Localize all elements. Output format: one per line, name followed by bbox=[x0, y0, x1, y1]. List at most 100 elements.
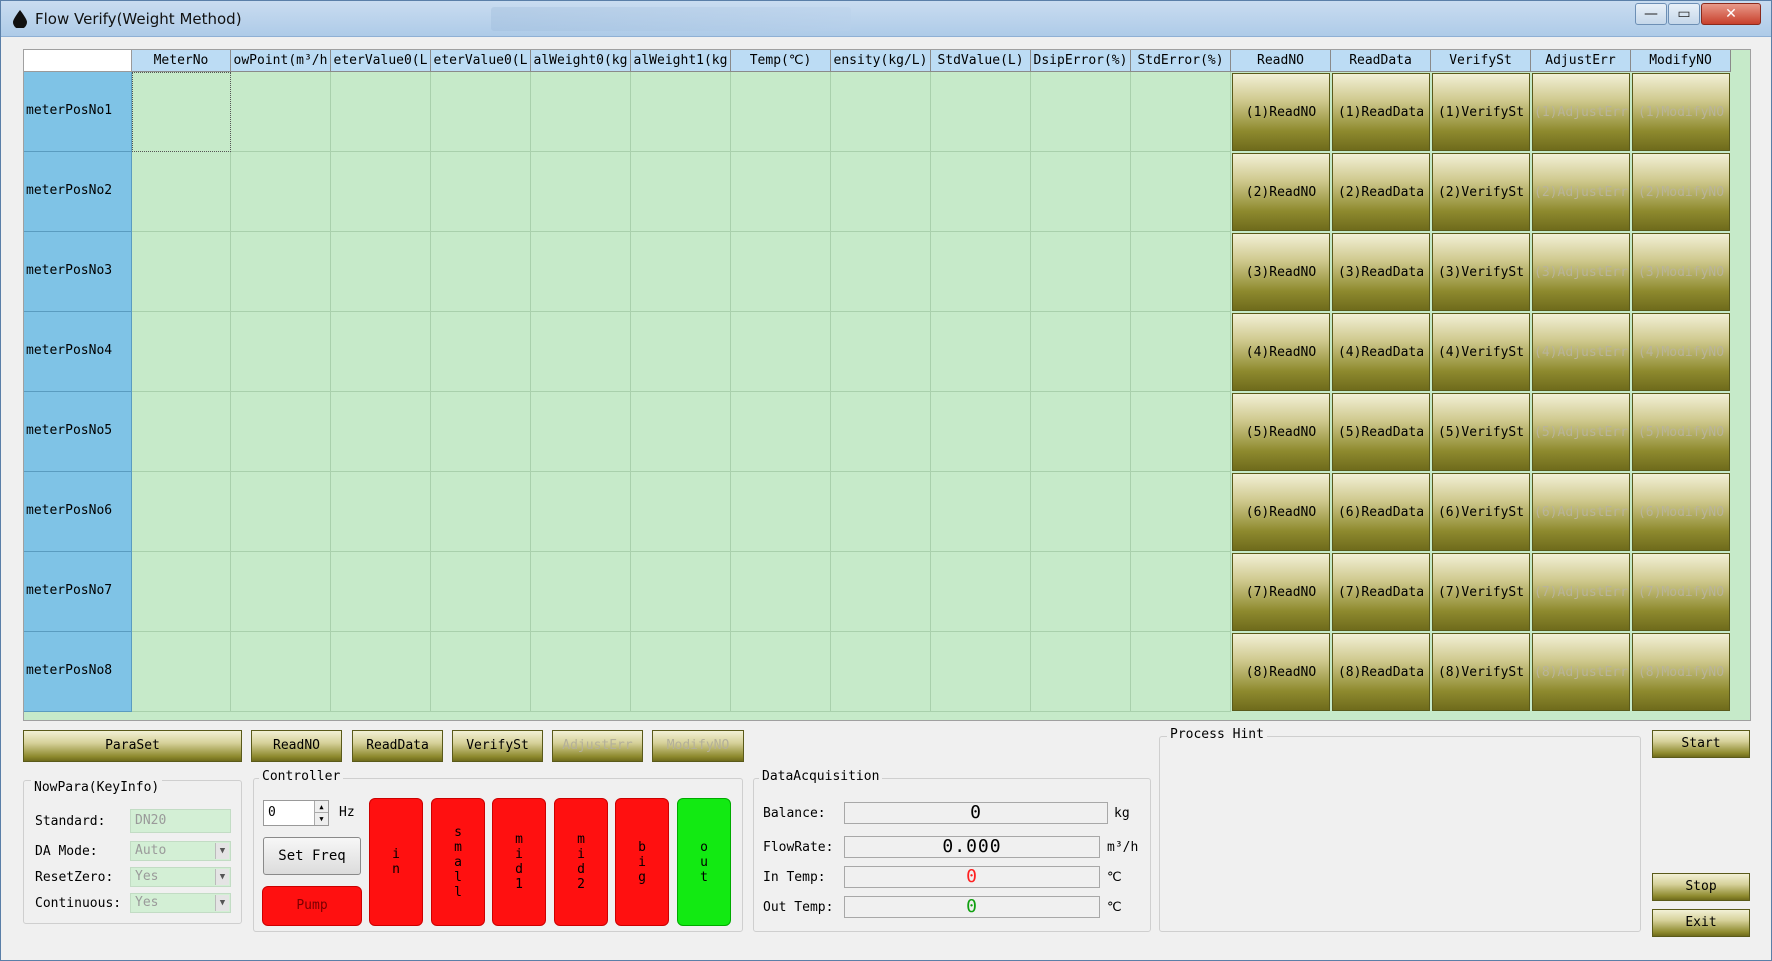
data-cell[interactable] bbox=[831, 232, 931, 312]
adjusterr-button[interactable]: AdjustErr bbox=[552, 730, 643, 762]
close-button[interactable]: ✕ bbox=[1701, 3, 1761, 25]
data-cell[interactable] bbox=[231, 312, 331, 392]
row-readdata-button[interactable]: (5)ReadData bbox=[1332, 393, 1430, 471]
chevron-down-icon[interactable]: ▼ bbox=[215, 843, 229, 859]
data-cell[interactable] bbox=[631, 472, 731, 552]
data-cell[interactable] bbox=[431, 152, 531, 232]
valve-mid1-button[interactable]: mid1 bbox=[492, 798, 546, 926]
data-cell[interactable] bbox=[831, 552, 931, 632]
modifyno-button[interactable]: ModifyNO bbox=[652, 730, 744, 762]
data-cell[interactable] bbox=[631, 152, 731, 232]
row-adjusterr-button[interactable]: (7)AdjustErr bbox=[1532, 553, 1630, 631]
column-header[interactable]: eterValue0(L bbox=[431, 50, 531, 72]
column-header[interactable]: ModifyNO bbox=[1631, 50, 1731, 72]
data-cell[interactable] bbox=[231, 152, 331, 232]
data-cell[interactable] bbox=[831, 72, 931, 152]
column-header[interactable]: DsipError(%) bbox=[1031, 50, 1131, 72]
row-readdata-button[interactable]: (1)ReadData bbox=[1332, 73, 1430, 151]
data-cell[interactable] bbox=[331, 232, 431, 312]
data-cell[interactable] bbox=[1031, 312, 1131, 392]
column-header[interactable]: StdValue(L) bbox=[931, 50, 1031, 72]
data-cell[interactable] bbox=[132, 472, 231, 552]
data-cell[interactable] bbox=[531, 472, 631, 552]
frequency-spinbox[interactable]: 0 ▲ ▼ bbox=[263, 800, 329, 826]
row-modifyno-button[interactable]: (7)ModifyNO bbox=[1632, 553, 1730, 631]
row-verifyst-button[interactable]: (1)VerifySt bbox=[1432, 73, 1530, 151]
row-modifyno-button[interactable]: (1)ModifyNO bbox=[1632, 73, 1730, 151]
data-cell[interactable] bbox=[1131, 472, 1231, 552]
chevron-down-icon[interactable]: ▼ bbox=[215, 869, 229, 885]
column-header[interactable]: ensity(kg/L) bbox=[831, 50, 931, 72]
row-adjusterr-button[interactable]: (8)AdjustErr bbox=[1532, 633, 1630, 711]
data-cell[interactable] bbox=[331, 552, 431, 632]
data-cell[interactable] bbox=[1031, 232, 1131, 312]
row-readno-button[interactable]: (7)ReadNO bbox=[1232, 553, 1330, 631]
row-header[interactable]: meterPosNo5 bbox=[24, 392, 132, 472]
data-cell[interactable] bbox=[1131, 312, 1231, 392]
data-cell[interactable] bbox=[731, 312, 831, 392]
data-cell[interactable] bbox=[1131, 392, 1231, 472]
row-verifyst-button[interactable]: (8)VerifySt bbox=[1432, 633, 1530, 711]
column-header[interactable]: ReadData bbox=[1331, 50, 1431, 72]
row-adjusterr-button[interactable]: (1)AdjustErr bbox=[1532, 73, 1630, 151]
row-readno-button[interactable]: (1)ReadNO bbox=[1232, 73, 1330, 151]
data-cell[interactable] bbox=[631, 392, 731, 472]
row-adjusterr-button[interactable]: (2)AdjustErr bbox=[1532, 153, 1630, 231]
data-cell[interactable] bbox=[132, 72, 231, 152]
data-cell[interactable] bbox=[331, 392, 431, 472]
set-freq-button[interactable]: Set Freq bbox=[263, 837, 361, 875]
data-cell[interactable] bbox=[1131, 152, 1231, 232]
start-button[interactable]: Start bbox=[1652, 730, 1750, 758]
data-cell[interactable] bbox=[132, 392, 231, 472]
data-cell[interactable] bbox=[731, 552, 831, 632]
data-cell[interactable] bbox=[631, 72, 731, 152]
data-cell[interactable] bbox=[431, 312, 531, 392]
data-cell[interactable] bbox=[931, 312, 1031, 392]
row-readdata-button[interactable]: (2)ReadData bbox=[1332, 153, 1430, 231]
column-header[interactable]: StdError(%) bbox=[1131, 50, 1231, 72]
row-modifyno-button[interactable]: (3)ModifyNO bbox=[1632, 233, 1730, 311]
stop-button[interactable]: Stop bbox=[1652, 873, 1750, 901]
row-modifyno-button[interactable]: (8)ModifyNO bbox=[1632, 633, 1730, 711]
row-modifyno-button[interactable]: (5)ModifyNO bbox=[1632, 393, 1730, 471]
data-cell[interactable] bbox=[531, 392, 631, 472]
row-readno-button[interactable]: (3)ReadNO bbox=[1232, 233, 1330, 311]
row-readdata-button[interactable]: (4)ReadData bbox=[1332, 313, 1430, 391]
data-cell[interactable] bbox=[731, 632, 831, 712]
data-cell[interactable] bbox=[331, 472, 431, 552]
row-adjusterr-button[interactable]: (6)AdjustErr bbox=[1532, 473, 1630, 551]
data-cell[interactable] bbox=[132, 552, 231, 632]
data-cell[interactable] bbox=[431, 72, 531, 152]
data-cell[interactable] bbox=[1131, 552, 1231, 632]
row-header[interactable]: meterPosNo3 bbox=[24, 232, 132, 312]
valve-big-button[interactable]: big bbox=[615, 798, 669, 926]
valve-mid2-button[interactable]: mid2 bbox=[554, 798, 608, 926]
resetzero-select[interactable]: Yes ▼ bbox=[130, 867, 231, 887]
row-verifyst-button[interactable]: (2)VerifySt bbox=[1432, 153, 1530, 231]
row-readdata-button[interactable]: (3)ReadData bbox=[1332, 233, 1430, 311]
data-cell[interactable] bbox=[331, 72, 431, 152]
row-verifyst-button[interactable]: (6)VerifySt bbox=[1432, 473, 1530, 551]
maximize-button[interactable]: ▭ bbox=[1668, 3, 1700, 25]
column-header[interactable]: owPoint(m³/h bbox=[231, 50, 331, 72]
data-cell[interactable] bbox=[731, 232, 831, 312]
data-cell[interactable] bbox=[331, 632, 431, 712]
column-header[interactable]: MeterNo bbox=[132, 50, 231, 72]
data-cell[interactable] bbox=[631, 632, 731, 712]
data-cell[interactable] bbox=[531, 312, 631, 392]
data-cell[interactable] bbox=[431, 632, 531, 712]
exit-button[interactable]: Exit bbox=[1652, 909, 1750, 937]
row-readdata-button[interactable]: (8)ReadData bbox=[1332, 633, 1430, 711]
spin-down-icon[interactable]: ▼ bbox=[314, 813, 328, 825]
row-readno-button[interactable]: (5)ReadNO bbox=[1232, 393, 1330, 471]
row-header[interactable]: meterPosNo1 bbox=[24, 72, 132, 152]
data-cell[interactable] bbox=[431, 232, 531, 312]
data-cell[interactable] bbox=[931, 392, 1031, 472]
valve-out-button[interactable]: out bbox=[677, 798, 731, 926]
meter-data-grid[interactable]: MeterNo owPoint(m³/h eterValue0(L eterValue… bbox=[23, 49, 1751, 721]
data-cell[interactable] bbox=[231, 72, 331, 152]
row-header[interactable]: meterPosNo8 bbox=[24, 632, 132, 712]
data-cell[interactable] bbox=[431, 552, 531, 632]
data-cell[interactable] bbox=[631, 552, 731, 632]
data-cell[interactable] bbox=[531, 72, 631, 152]
